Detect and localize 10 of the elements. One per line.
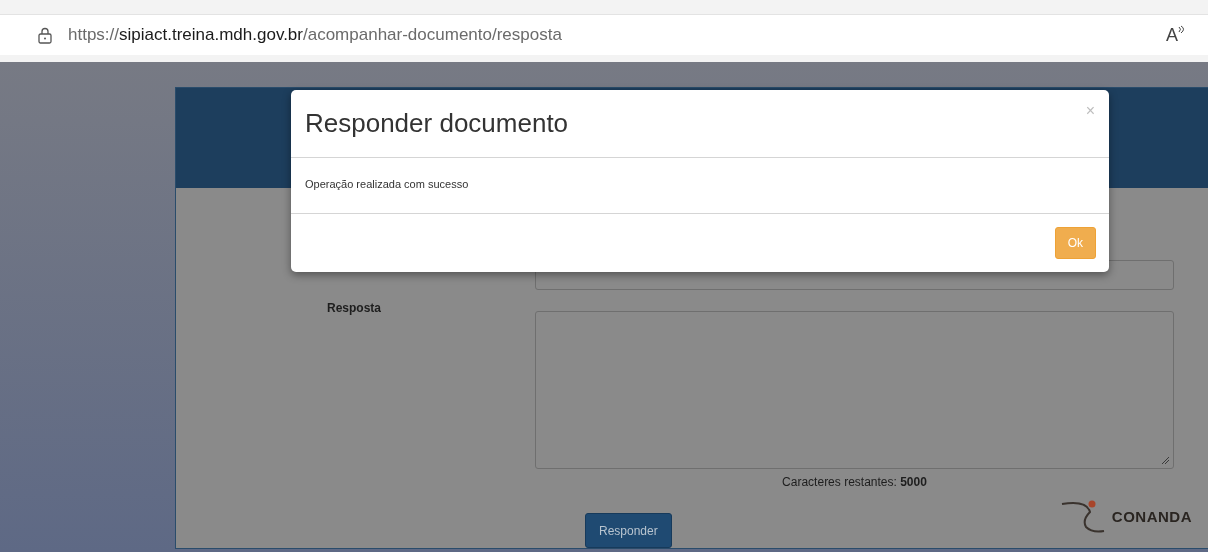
lock-icon bbox=[38, 26, 52, 44]
submit-button[interactable]: Responder bbox=[585, 513, 672, 548]
field-label: Resposta bbox=[326, 299, 383, 317]
address-field[interactable]: https://sipiact.treina.mdh.gov.br/acompanhar-documento/resposta bbox=[68, 25, 1150, 45]
character-counter: Caracteres restantes: 5000 bbox=[782, 474, 927, 491]
logo-text: CONANDA bbox=[1111, 507, 1192, 525]
dialog-title: Responder documento bbox=[305, 108, 569, 139]
dialog-message: Operação realizada com sucesso bbox=[305, 178, 469, 190]
resize-handle-icon[interactable] bbox=[1161, 455, 1170, 465]
read-aloud-button[interactable]: A bbox=[1166, 24, 1186, 46]
